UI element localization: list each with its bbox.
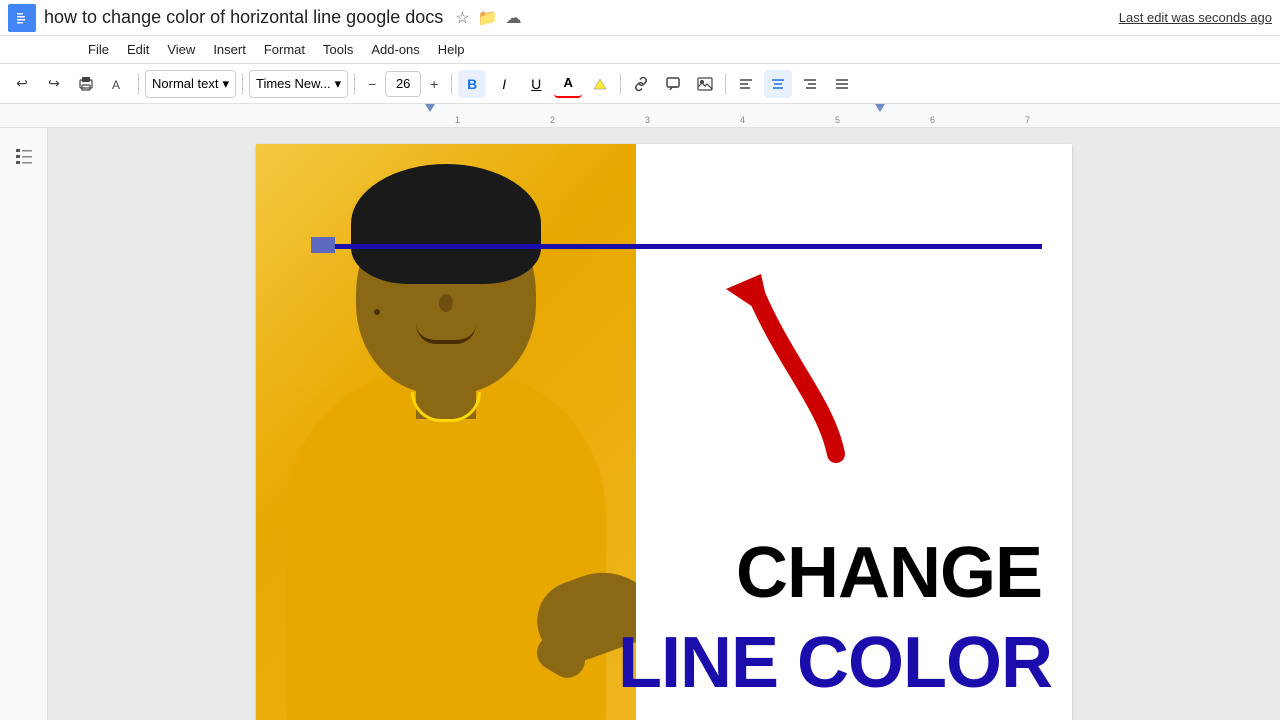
chevron-down-icon: ▾ [222, 76, 229, 92]
toolbar-divider-6 [725, 74, 726, 94]
ruler: 1 2 3 4 5 6 7 [0, 104, 1280, 128]
line-color-text: LINE COLOR [618, 622, 1052, 704]
format-paint-button[interactable]: A [104, 70, 132, 98]
link-button[interactable] [627, 70, 655, 98]
blue-horizontal-line[interactable] [311, 244, 1042, 249]
redo-button[interactable]: ↪ [40, 70, 68, 98]
menu-bar: File Edit View Insert Format Tools Add-o… [0, 36, 1280, 64]
menu-format[interactable]: Format [256, 40, 313, 59]
change-text: CHANGE [736, 532, 1042, 614]
comment-button[interactable] [659, 70, 687, 98]
menu-insert[interactable]: Insert [205, 40, 254, 59]
svg-text:A: A [112, 78, 120, 92]
star-icon[interactable]: ☆ [455, 8, 469, 28]
sidebar-outline-icon[interactable] [8, 140, 40, 172]
chevron-down-icon-2: ▾ [335, 76, 342, 92]
bold-button[interactable]: B [458, 70, 486, 98]
menu-view[interactable]: View [159, 40, 203, 59]
toolbar-divider-4 [451, 74, 452, 94]
toolbar-divider-5 [620, 74, 621, 94]
cloud-icon: ☁ [506, 8, 522, 28]
doc-area[interactable]: CHANGE LINE COLOR [48, 128, 1280, 720]
highlight-button[interactable] [586, 70, 614, 98]
align-right-button[interactable] [796, 70, 824, 98]
undo-button[interactable]: ↩ [8, 70, 36, 98]
toolbar-divider-3 [354, 74, 355, 94]
last-edit-text: Last edit was seconds ago [1119, 10, 1272, 25]
title-icons: ☆ 📁 ☁ [455, 8, 521, 28]
font-dropdown-value: Times New... [256, 76, 331, 91]
font-size-control: − + [361, 71, 445, 97]
menu-addons[interactable]: Add-ons [363, 40, 427, 59]
blue-line-handle [311, 237, 335, 253]
sidebar [0, 128, 48, 720]
font-color-button[interactable]: A [554, 70, 582, 98]
underline-button[interactable]: U [522, 70, 550, 98]
doc-icon [8, 4, 36, 32]
justify-button[interactable] [828, 70, 856, 98]
align-left-button[interactable] [732, 70, 760, 98]
image-button[interactable] [691, 70, 719, 98]
folder-icon[interactable]: 📁 [478, 8, 498, 28]
menu-edit[interactable]: Edit [119, 40, 157, 59]
italic-button[interactable]: I [490, 70, 518, 98]
menu-help[interactable]: Help [430, 40, 473, 59]
font-size-decrease[interactable]: − [361, 73, 383, 95]
ruler-left-indent[interactable] [425, 104, 435, 112]
ruler-right-indent[interactable] [875, 104, 885, 112]
style-dropdown[interactable]: Normal text ▾ [145, 70, 236, 98]
toolbar: ↩ ↪ A Normal text ▾ Times New... ▾ − + B… [0, 64, 1280, 104]
document-title: how to change color of horizontal line g… [44, 7, 443, 28]
style-dropdown-value: Normal text [152, 76, 218, 91]
title-bar: how to change color of horizontal line g… [0, 0, 1280, 36]
main-area: CHANGE LINE COLOR [0, 128, 1280, 720]
print-button[interactable] [72, 70, 100, 98]
ruler-content: 1 2 3 4 5 6 7 [365, 104, 1280, 127]
align-center-button[interactable] [764, 70, 792, 98]
red-arrow [696, 264, 916, 489]
toolbar-divider-1 [138, 74, 139, 94]
document: CHANGE LINE COLOR [256, 144, 1072, 720]
font-dropdown[interactable]: Times New... ▾ [249, 70, 348, 98]
person-hair [351, 164, 541, 284]
person-overlay [256, 144, 636, 720]
font-size-increase[interactable]: + [423, 73, 445, 95]
menu-file[interactable]: File [80, 40, 117, 59]
menu-tools[interactable]: Tools [315, 40, 361, 59]
toolbar-divider-2 [242, 74, 243, 94]
font-size-input[interactable] [385, 71, 421, 97]
